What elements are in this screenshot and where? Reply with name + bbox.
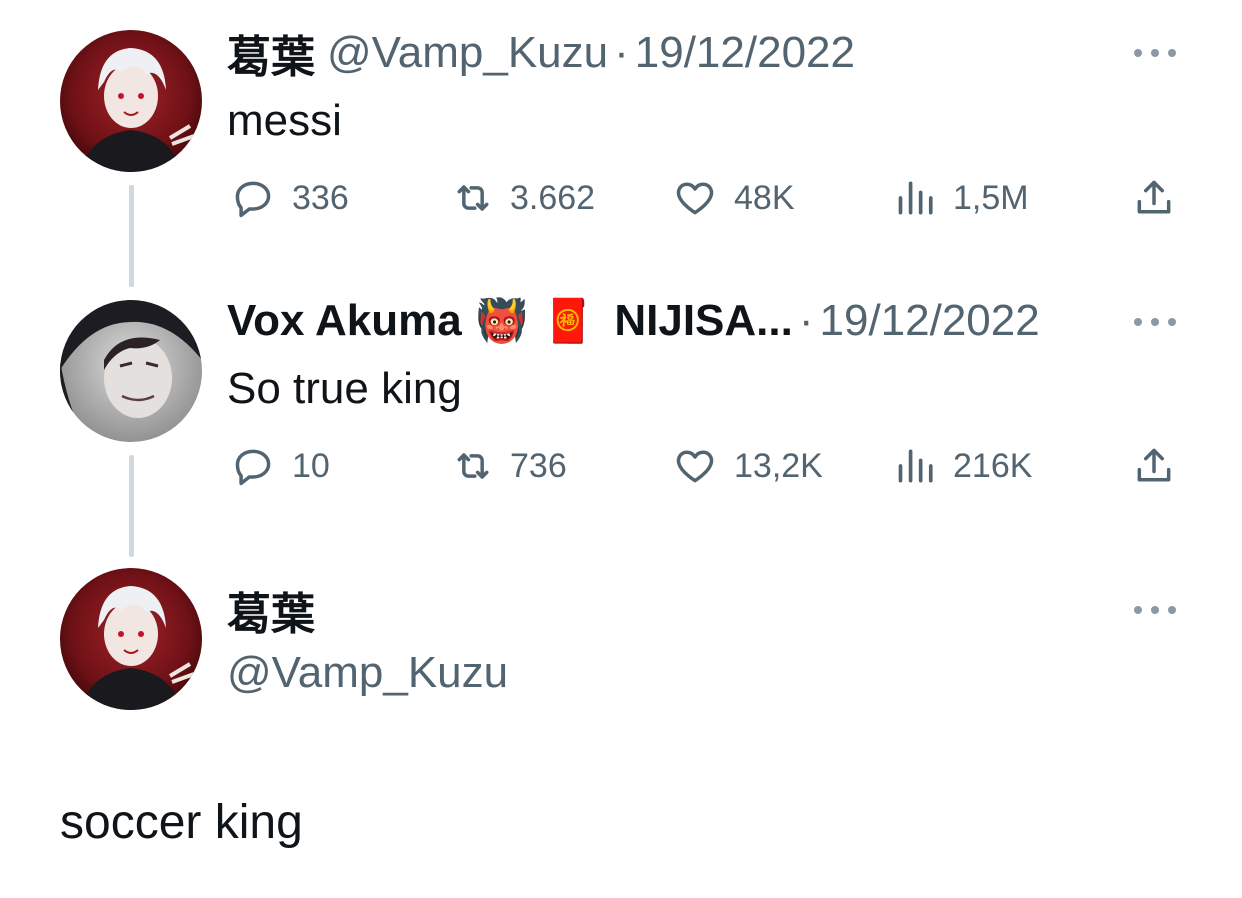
tweet1-reply-button[interactable]: 336 <box>228 176 349 220</box>
tweet1-like-button[interactable]: 48K <box>670 176 795 220</box>
tweet2-text: So true king <box>227 364 462 413</box>
heart-icon <box>676 450 714 483</box>
tweet2-retweet-button[interactable]: 736 <box>446 444 567 488</box>
tweet1-handle[interactable]: @Vamp_Kuzu <box>327 28 608 78</box>
tweet1-text: messi <box>227 96 342 145</box>
tweet3-header: 葛葉 <box>227 585 315 639</box>
tweet2-more-button[interactable] <box>1134 313 1176 329</box>
reply-bubble-icon <box>235 449 271 486</box>
red-envelope-emoji: 🧧 <box>542 296 595 344</box>
tweet1-display-name[interactable]: 葛葉 <box>227 21 315 85</box>
tweet1-retweet-button[interactable]: 3.662 <box>446 176 595 220</box>
tweet3-display-name[interactable]: 葛葉 <box>227 578 315 642</box>
thread-connector <box>129 455 134 557</box>
tweet3-text: soccer king <box>60 796 303 849</box>
tweet1-view-count: 1,5M <box>953 178 1029 217</box>
tweet2-like-count: 13,2K <box>734 446 823 485</box>
tweet1-share-button[interactable] <box>1132 176 1176 220</box>
tweet1-separator: · <box>614 28 629 77</box>
retweet-icon <box>457 453 489 479</box>
tweet2-header: Vox Akuma 👹 🧧 NIJISA... · 19/12/2022 <box>227 296 1040 346</box>
tweet2-share-button[interactable] <box>1132 444 1176 488</box>
avatar-kuzu[interactable] <box>60 30 202 172</box>
tweet2-views-button[interactable]: 216K <box>895 444 1032 488</box>
tweet2-like-button[interactable]: 13,2K <box>670 444 823 488</box>
tweet2-separator: · <box>798 296 814 345</box>
avatar-vox[interactable] <box>60 300 202 442</box>
avatar-kuzu[interactable] <box>60 568 202 710</box>
ogre-emoji: 👹 <box>475 296 529 344</box>
tweet1-header: 葛葉 @Vamp_Kuzu · 19/12/2022 <box>227 28 855 82</box>
share-icon <box>1137 448 1171 482</box>
tweet2-retweet-count: 736 <box>510 446 567 485</box>
tweet1-retweet-count: 3.662 <box>510 178 596 217</box>
tweet1-reply-count: 336 <box>292 178 349 217</box>
tweet3-handle[interactable]: @Vamp_Kuzu <box>227 648 508 698</box>
tweet1-date[interactable]: 19/12/2022 <box>635 28 855 78</box>
thread-connector <box>129 185 134 287</box>
heart-icon <box>676 182 714 215</box>
tweet2-display-name[interactable]: Vox Akuma <box>227 296 462 346</box>
tweet2-view-count: 216K <box>953 446 1033 485</box>
tweet1-more-button[interactable] <box>1134 44 1176 60</box>
retweet-icon <box>457 185 489 211</box>
reply-bubble-icon <box>235 181 271 218</box>
share-icon <box>1137 180 1171 214</box>
views-bar-icon <box>898 449 933 483</box>
tweet1-views-button[interactable]: 1,5M <box>895 176 1029 220</box>
tweet2-reply-button[interactable]: 10 <box>228 444 330 488</box>
tweet2-name-suffix[interactable]: NIJISA... <box>614 296 793 346</box>
tweet3-more-button[interactable] <box>1134 601 1176 617</box>
views-bar-icon <box>898 181 933 215</box>
tweet2-reply-count: 10 <box>292 446 330 485</box>
tweet1-like-count: 48K <box>734 178 795 217</box>
tweet2-date[interactable]: 19/12/2022 <box>820 296 1040 346</box>
